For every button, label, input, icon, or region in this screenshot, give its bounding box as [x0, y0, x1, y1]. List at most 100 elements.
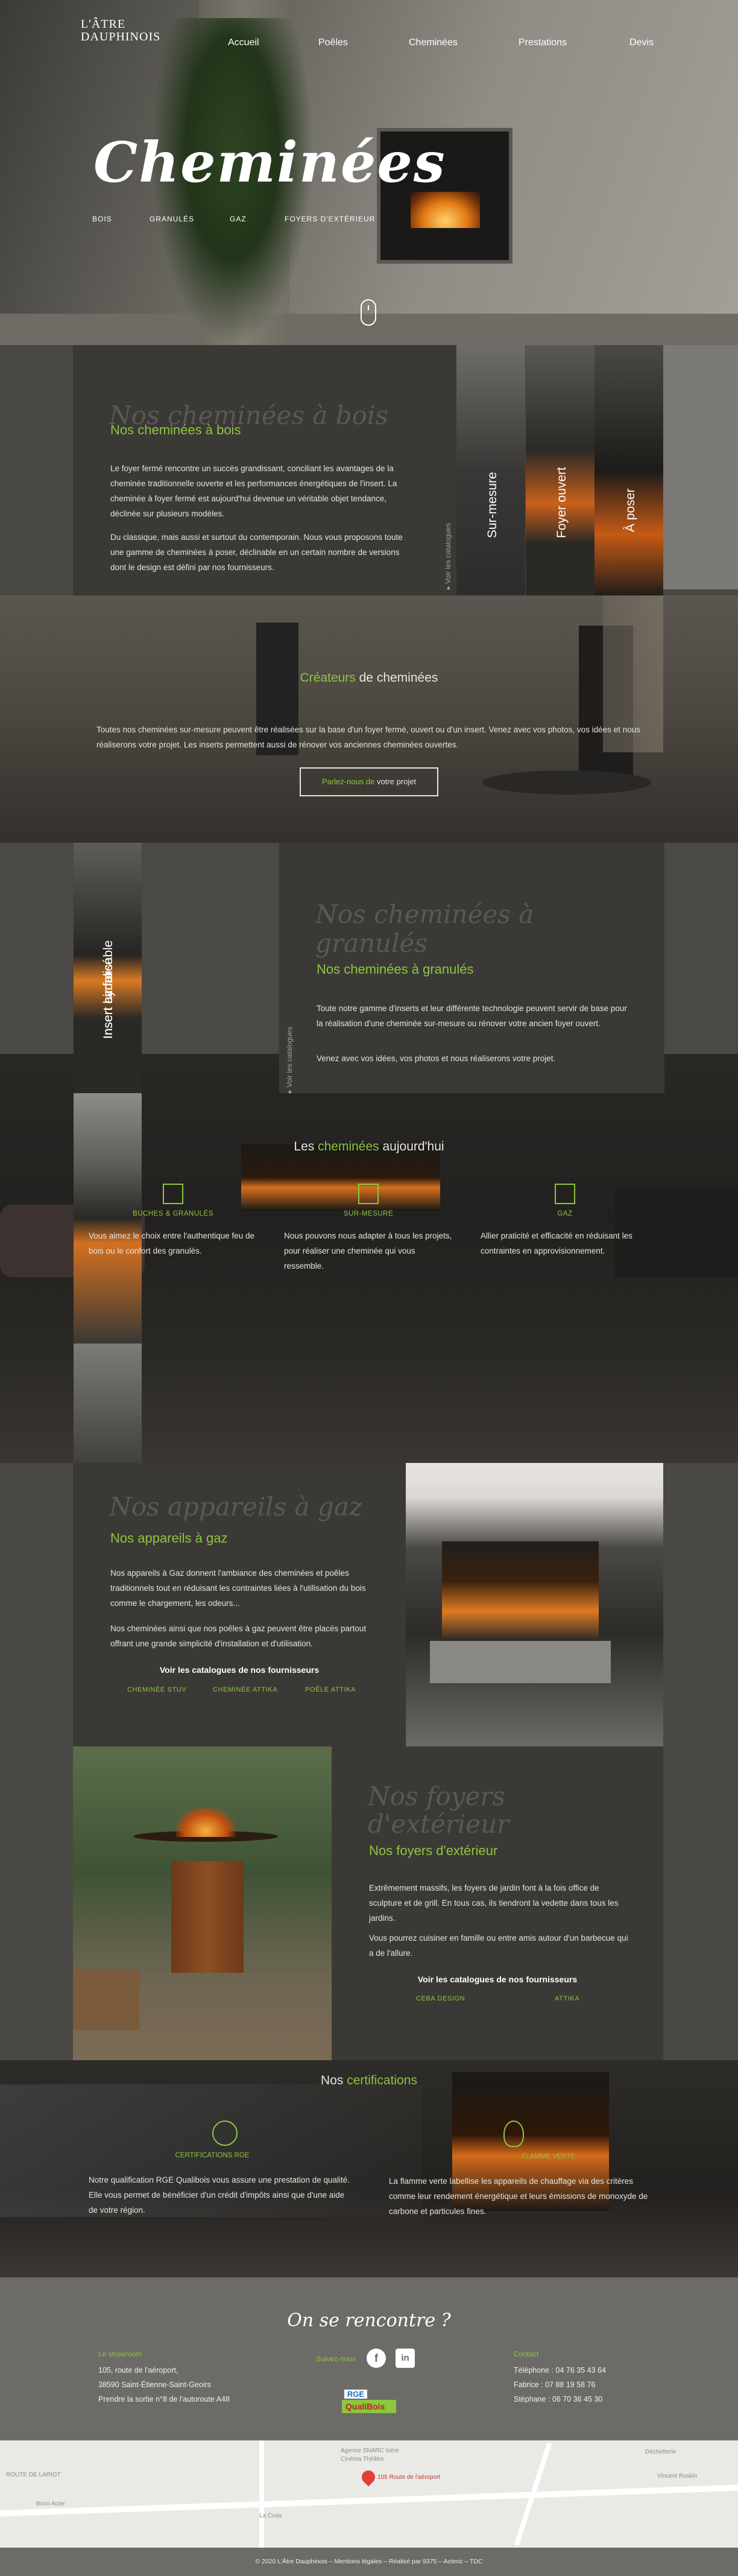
granules-section: Insert air forcé Insert hydro Insert can…	[0, 843, 738, 1463]
phone-main[interactable]: Téléphone : 04 76 35 43 64	[514, 2363, 658, 2378]
contact-block-title: Contact	[514, 2350, 539, 2358]
certif-rge-text: Notre qualification RGE Qualibois vous a…	[89, 2175, 350, 2215]
nav-prestations[interactable]: Prestations	[519, 37, 567, 48]
strip-sur-mesure-label: Sur-mesure	[485, 472, 499, 538]
createurs-background-image	[0, 595, 738, 843]
gas-box-icon	[555, 1184, 575, 1204]
bois-text-2: Du classique, mais aussi et surtout du c…	[110, 533, 403, 572]
feature-gaz-text: Allier praticité et efficacité en réduis…	[481, 1231, 632, 1255]
link-cheminee-attika[interactable]: CHEMINÉE ATTIKA	[213, 1686, 277, 1693]
strip-a-poser[interactable]: À poser	[594, 345, 663, 597]
parlez-projet-button[interactable]: Parlez-nous de votre projet	[300, 767, 438, 796]
exterieur-title: Nos foyers d'extérieur	[369, 1843, 498, 1858]
nav-devis[interactable]: Devis	[629, 37, 654, 48]
exterieur-script-title: Nos foyers d'extérieur	[368, 1781, 509, 1839]
granules-text-2: Venez avec vos idées, vos photos et nous…	[317, 1054, 556, 1063]
feature-sur-mesure-text: Nous pouvons nous adapter à tous les pro…	[284, 1231, 452, 1271]
bois-catalog-link[interactable]: ▸ Voir les catalogues	[444, 523, 452, 589]
map-label-address: 105 Route de l'aéroport	[377, 2474, 441, 2481]
granules-title: Nos cheminées à granulés	[317, 962, 474, 977]
feature-gaz-label: GAZ	[557, 1210, 573, 1217]
exterieur-card: Nos foyers d'extérieur Nos foyers d'exté…	[332, 1746, 663, 2060]
gaz-title: Nos appareils à gaz	[110, 1531, 228, 1546]
logs-icon	[163, 1184, 183, 1204]
gaz-card: Nos appareils à gaz Nos appareils à gaz …	[73, 1463, 406, 1746]
granules-catalog-link[interactable]: ▸ Voir les catalogues	[285, 1027, 294, 1093]
nav-accueil[interactable]: Accueil	[228, 37, 259, 48]
exterieur-section: Nos foyers d'extérieur Nos foyers d'exté…	[0, 1746, 738, 2060]
ruler-icon	[358, 1184, 379, 1204]
linkedin-icon[interactable]: in	[396, 2349, 415, 2368]
bois-section: Nos cheminées à bois Nos cheminées à boi…	[0, 345, 738, 843]
contact-title: On se rencontre ?	[287, 2310, 451, 2331]
contact-block: Contact Téléphone : 04 76 35 43 64 Fabri…	[514, 2350, 658, 2406]
showroom-block: Le showroom 105, route de l'aéroport, 38…	[98, 2350, 297, 2406]
subnav-granules[interactable]: GRANULÉS	[150, 215, 194, 223]
rge-icon	[212, 2121, 238, 2146]
exterieur-text-1: Extrêmement massifs, les foyers de jardi…	[369, 1883, 619, 1923]
bois-title: Nos cheminées à bois	[110, 422, 241, 437]
facebook-icon[interactable]: f	[367, 2349, 386, 2368]
bois-card: Nos cheminées à bois Nos cheminées à boi…	[73, 345, 456, 595]
strip-insert-canalisable-label: Insert canalisable	[101, 940, 115, 1039]
subnav-exterieur[interactable]: FOYERS D'EXTÉRIEUR	[285, 215, 375, 223]
qualibois-logo-text: QualiBois	[342, 2400, 396, 2413]
createurs-text: Toutes nos cheminées sur-mesure peuvent …	[96, 725, 640, 749]
gaz-section: Nos appareils à gaz Nos appareils à gaz …	[0, 1463, 738, 1746]
link-cheminee-stuv[interactable]: CHEMINÉE STUV	[127, 1686, 186, 1693]
subnav-gaz[interactable]: GAZ	[230, 215, 247, 223]
feature-buches: BUCHES & GRANULÉS Vous aimez le choix en…	[89, 1184, 257, 1258]
rge-qualibois-logo: RGE QualiBois	[342, 2390, 396, 2423]
certifications-section: Nos certifications CERTIFICATIONS RGE No…	[0, 2060, 738, 2277]
certif-title: Nos certifications	[321, 2073, 417, 2087]
site-footer: © 2020 L'Âtre Dauphinois – Mentions léga…	[0, 2548, 738, 2576]
map-label-dechetterie: Déchetterie	[645, 2449, 676, 2455]
hero-section: L'ÂTRE DAUPHINOIS Accueil Poêles Cheminé…	[0, 0, 738, 345]
feature-sur-mesure: SUR-MESURE Nous pouvons nous adapter à t…	[284, 1184, 453, 1274]
granules-text-1: Toute notre gamme d'inserts et leur diff…	[317, 1004, 627, 1028]
granules-card: ▸ Voir les catalogues Nos cheminées à gr…	[279, 843, 664, 1093]
exterieur-text-2: Vous pourrez cuisiner en famille ou entr…	[369, 1934, 628, 1958]
map-embed[interactable]: Agence SNARC Isère Cinéma Théâtre ROUTE …	[0, 2440, 738, 2548]
follow-title: Suivez-nous	[316, 2355, 356, 2363]
strip-insert-canalisable[interactable]: Insert canalisable	[74, 941, 142, 1463]
subnav-bois[interactable]: BOIS	[92, 215, 112, 223]
map-label-croix: La Croix	[259, 2513, 282, 2519]
phone-fabrice[interactable]: Fabrice : 07 88 19 58 76	[514, 2378, 658, 2392]
site-logo[interactable]: L'ÂTRE DAUPHINOIS	[81, 18, 189, 54]
address-line-2: 38590 Saint-Étienne-Saint-Geoirs	[98, 2381, 211, 2389]
contact-section: On se rencontre ? Le showroom 105, route…	[0, 2277, 738, 2440]
link-attika[interactable]: ATTIKA	[555, 1995, 579, 2002]
logo-line2: DAUPHINOIS	[81, 30, 161, 43]
nav-poeles[interactable]: Poêles	[318, 37, 348, 48]
strip-sur-mesure[interactable]: Sur-mesure	[456, 345, 525, 595]
map-label-lariot: ROUTE DE LARIOT	[6, 2472, 61, 2478]
map-label-ruskin: Vincent Ruskin	[657, 2473, 698, 2479]
address-line-1: 105, route de l'aéroport,	[98, 2366, 178, 2375]
exterieur-image	[73, 1746, 332, 2060]
map-label-cinema: Cinéma Théâtre	[341, 2456, 384, 2463]
rge-logo-text: RGE	[344, 2390, 367, 2399]
feature-gaz: GAZ Allier praticité et efficacité en ré…	[481, 1184, 649, 1258]
strip-foyer-ouvert-label: Foyer ouvert	[555, 467, 569, 538]
gaz-text-2: Nos cheminées ainsi que nos poêles à gaz…	[110, 1624, 367, 1648]
certif-rge-label: CERTIFICATIONS RGE	[175, 2152, 250, 2159]
link-ceba-design[interactable]: CEBA DESIGN	[416, 1995, 465, 2002]
link-poele-attika[interactable]: POÊLE ATTIKA	[305, 1686, 356, 1693]
showroom-title: Le showroom	[98, 2350, 142, 2358]
strip-a-poser-label: À poser	[623, 488, 637, 532]
granules-script-title: Nos cheminées à granulés	[315, 899, 534, 958]
bois-text-1: Le foyer fermé rencontre un succès grand…	[110, 464, 397, 518]
flame-icon	[503, 2121, 524, 2147]
logo-line1: L'ÂTRE	[81, 17, 126, 31]
nav-cheminees[interactable]: Cheminées	[409, 37, 458, 48]
strip-foyer-ouvert[interactable]: Foyer ouvert	[526, 345, 594, 609]
exterieur-catalogs-title: Voir les catalogues de nos fournisseurs	[417, 1975, 578, 1984]
phone-stephane[interactable]: Stéphane : 06 70 36 45 30	[514, 2392, 658, 2406]
scroll-down-icon[interactable]	[361, 299, 376, 326]
certif-flamme-label: FLAMME VERTE	[522, 2153, 576, 2160]
gaz-script-title: Nos appareils à gaz	[109, 1492, 362, 1521]
footer-text[interactable]: © 2020 L'Âtre Dauphinois – Mentions léga…	[255, 2558, 482, 2565]
certif-flamme-verte: FLAMME VERTE La flamme verte labellise l…	[389, 2121, 648, 2219]
map-label-snarc: Agence SNARC Isère	[341, 2448, 399, 2454]
